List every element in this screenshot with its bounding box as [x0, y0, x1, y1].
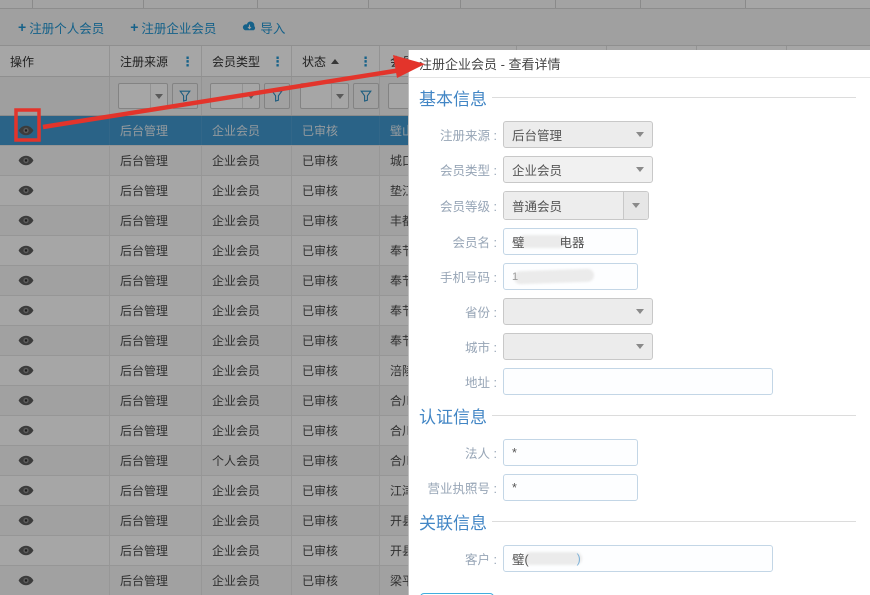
member-level-label: 会员等级 :	[440, 200, 497, 214]
member-name-input[interactable]: 璧 电器	[503, 228, 638, 255]
chevron-down-icon	[636, 309, 644, 314]
reg-source-select[interactable]: 后台管理	[503, 121, 653, 148]
member-name-prefix: 璧	[512, 236, 525, 250]
member-name-label: 会员名 :	[452, 236, 497, 250]
chevron-down-icon	[636, 132, 644, 137]
section-relation-info: 关联信息	[419, 509, 860, 534]
member-name-suffix: 电器	[559, 236, 585, 250]
section-auth-label: 认证信息	[419, 408, 487, 427]
phone-prefix: 1	[512, 270, 519, 283]
member-admin-screen: + 注册个人会员 + 注册企业会员 导入 操作注册来源⋮会员类型⋮状态⋮会员名⋮…	[0, 0, 870, 595]
section-divider-line	[492, 521, 856, 522]
section-divider-line	[492, 415, 856, 416]
city-select[interactable]	[503, 333, 653, 360]
combobox-arrow-button[interactable]	[623, 192, 648, 219]
customer-suffix: )	[576, 551, 581, 566]
section-basic-label: 基本信息	[419, 90, 487, 109]
phone-label: 手机号码 :	[440, 271, 497, 285]
address-label: 地址 :	[465, 376, 497, 390]
license-no-value: *	[512, 480, 517, 495]
customer-input[interactable]: 璧( )	[503, 545, 773, 572]
member-level-combobox[interactable]: 普通会员	[503, 191, 649, 220]
redaction-blob	[513, 268, 595, 285]
chevron-down-icon	[636, 167, 644, 172]
chevron-down-icon	[636, 344, 644, 349]
legal-person-value: *	[512, 445, 517, 460]
section-basic-info: 基本信息	[419, 85, 860, 110]
province-label: 省份 :	[465, 306, 497, 320]
customer-label: 客户 :	[465, 553, 497, 567]
reg-source-value: 后台管理	[512, 129, 563, 143]
reg-source-label: 注册来源 :	[440, 129, 497, 143]
section-relation-label: 关联信息	[419, 514, 487, 533]
member-type-value: 企业会员	[512, 164, 563, 178]
panel-title: 注册企业会员 - 查看详情	[409, 50, 870, 78]
member-detail-panel: 注册企业会员 - 查看详情 基本信息 注册来源 : 后台管理 会员类型 : 企业…	[408, 50, 870, 595]
phone-input[interactable]: 1	[503, 263, 638, 290]
province-select[interactable]	[503, 298, 653, 325]
section-divider-line	[492, 97, 856, 98]
chevron-down-icon	[632, 203, 640, 208]
section-auth-info: 认证信息	[419, 403, 860, 428]
member-level-value: 普通会员	[504, 192, 623, 219]
redaction-blob	[523, 552, 582, 565]
legal-person-input[interactable]: *	[503, 439, 638, 466]
member-type-select[interactable]: 企业会员	[503, 156, 653, 183]
license-no-label: 营业执照号 :	[427, 482, 497, 496]
city-label: 城市 :	[465, 341, 497, 355]
member-type-label: 会员类型 :	[440, 164, 497, 178]
customer-prefix: 璧(	[512, 553, 529, 567]
legal-person-label: 法人 :	[465, 447, 497, 461]
license-no-input[interactable]: *	[503, 474, 638, 501]
address-input[interactable]	[503, 368, 773, 395]
